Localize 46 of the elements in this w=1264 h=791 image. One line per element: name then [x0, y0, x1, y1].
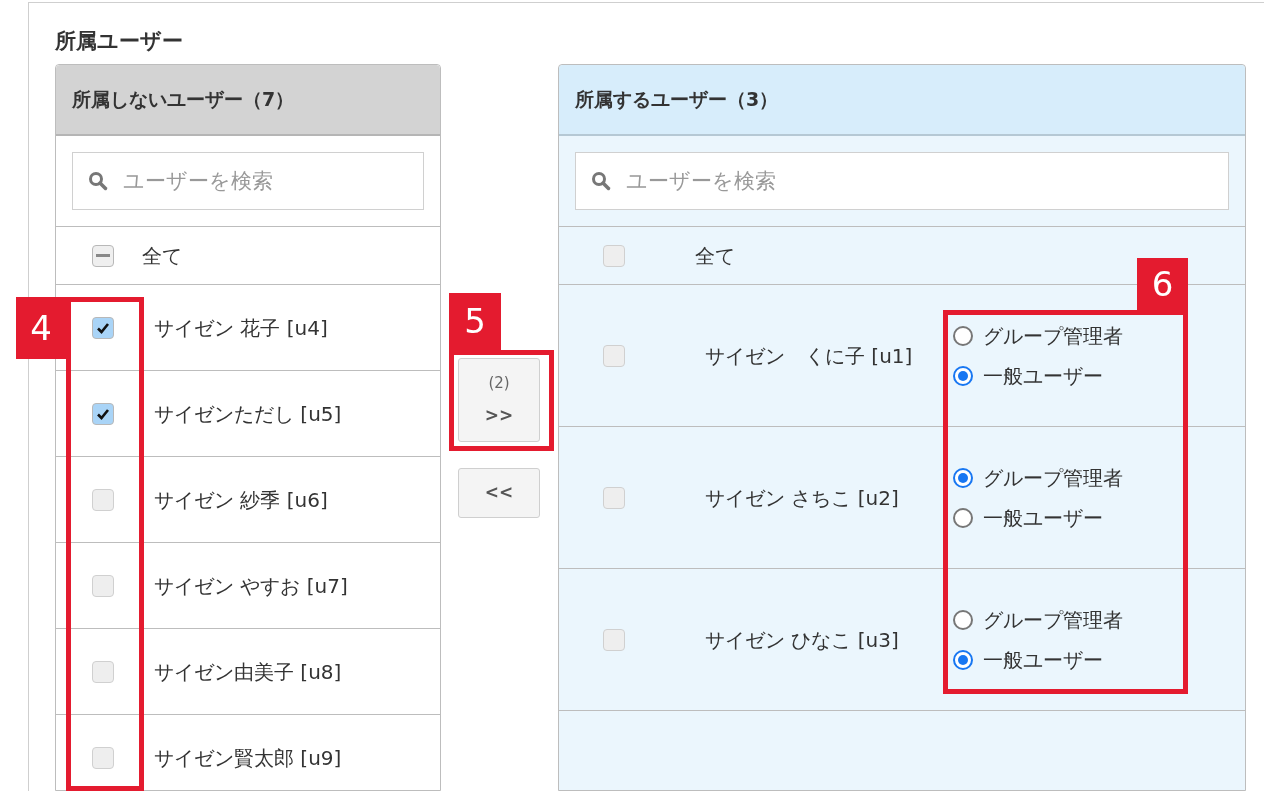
search-field[interactable]: ユーザーを検索 — [575, 152, 1229, 210]
radio-icon[interactable] — [953, 507, 973, 528]
search-icon — [591, 171, 611, 191]
checked-checkbox[interactable] — [92, 316, 114, 339]
role-radio[interactable]: グループ管理者 — [953, 320, 1123, 351]
checkbox[interactable] — [92, 574, 114, 597]
user-name: サイゼン ひなこ [u3] — [705, 626, 900, 654]
checkbox[interactable] — [92, 488, 114, 511]
callout-number: 4 — [16, 297, 66, 359]
role-radio[interactable]: 一般ユーザー — [953, 502, 1123, 533]
radio-icon[interactable] — [953, 609, 973, 630]
role-radio[interactable]: 一般ユーザー — [953, 644, 1123, 675]
checkbox[interactable] — [603, 244, 625, 267]
checkbox[interactable] — [603, 486, 625, 509]
panel-header: 所属しないユーザー（7） — [56, 65, 440, 136]
user-name: サイゼン由美子 [u8] — [154, 658, 342, 686]
checked-checkbox[interactable] — [92, 402, 114, 425]
panel-header: 所属するユーザー（3） — [559, 65, 1245, 136]
user-name: サイゼン 紗季 [u6] — [154, 486, 328, 514]
role-radio[interactable]: グループ管理者 — [953, 604, 1123, 635]
search-icon — [88, 171, 108, 191]
checkbox[interactable] — [603, 344, 625, 367]
role-radio[interactable]: グループ管理者 — [953, 462, 1123, 493]
checkbox[interactable] — [92, 660, 114, 683]
user-name: サイゼン 花子 [u4] — [154, 314, 328, 342]
callout-number: 5 — [449, 293, 501, 350]
callout-number: 6 — [1137, 258, 1188, 310]
checkbox[interactable] — [603, 628, 625, 651]
move-right-button[interactable]: (2) >> — [458, 358, 540, 442]
user-name: サイゼン やすお [u7] — [154, 572, 348, 600]
user-name: サイゼン くに子 [u1] — [705, 342, 914, 370]
select-all-label: 全て — [142, 242, 182, 270]
search-field[interactable]: ユーザーを検索 — [72, 152, 424, 210]
selected-radio-icon[interactable] — [953, 649, 973, 670]
selected-radio-icon[interactable] — [953, 467, 973, 488]
move-left-button[interactable]: << — [458, 468, 540, 518]
partial-checkbox[interactable] — [92, 244, 114, 267]
role-radio[interactable]: 一般ユーザー — [953, 360, 1123, 391]
user-name: サイゼン賢太郎 [u9] — [154, 744, 342, 772]
selected-radio-icon[interactable] — [953, 365, 973, 386]
user-name: サイゼン さちこ [u2] — [705, 484, 900, 512]
checkbox[interactable] — [92, 746, 114, 769]
select-all-label: 全て — [695, 242, 735, 270]
section-title: 所属ユーザー — [55, 28, 183, 55]
user-name: サイゼンただし [u5] — [154, 400, 342, 428]
radio-icon[interactable] — [953, 325, 973, 346]
